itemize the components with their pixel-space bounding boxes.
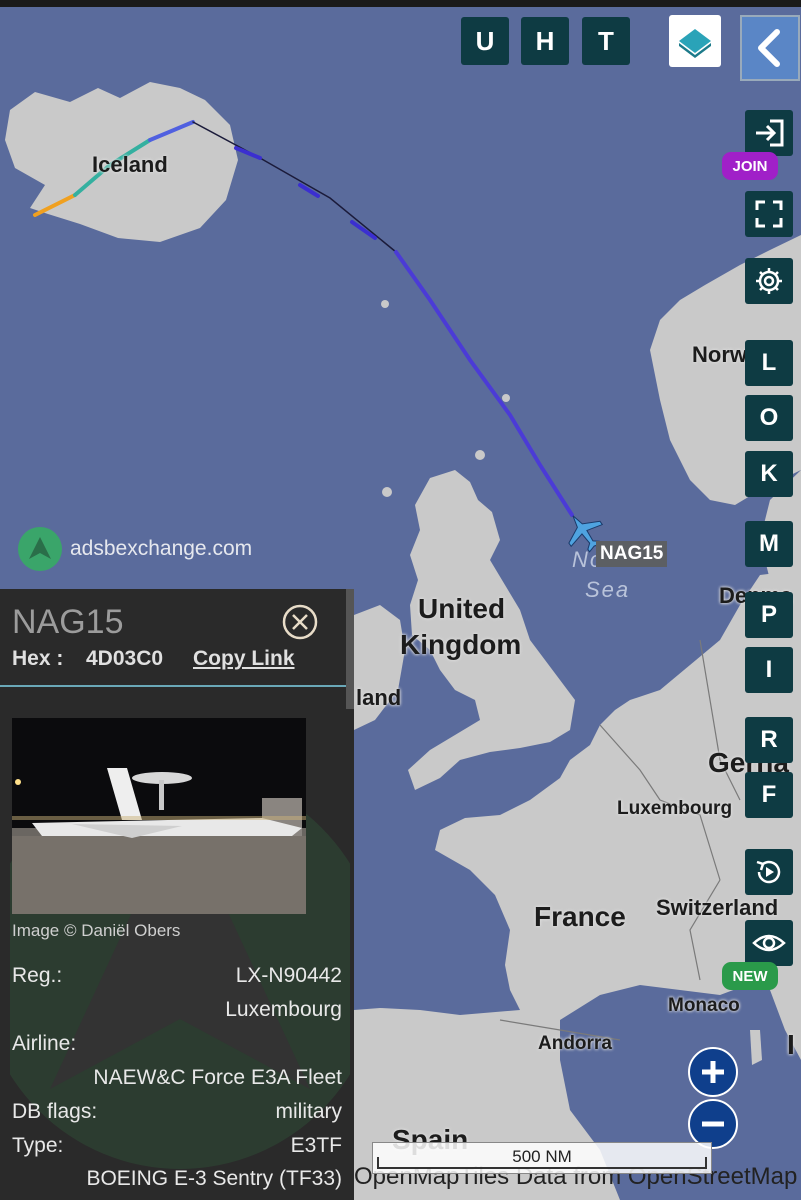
login-icon: [756, 119, 784, 147]
join-button[interactable]: [745, 110, 793, 156]
new-badge[interactable]: NEW: [722, 962, 778, 990]
toggle-u-button[interactable]: U: [461, 17, 509, 65]
watermark: adsbexchange.com: [18, 527, 252, 571]
gear-icon: [756, 268, 782, 294]
close-circle-icon: [282, 604, 318, 640]
plus-icon: [702, 1061, 724, 1083]
hex-value: 4D03C0: [86, 647, 164, 670]
fullscreen-icon: [755, 200, 783, 228]
replay-button[interactable]: [745, 849, 793, 895]
db-flags-label: DB flags:: [12, 1100, 98, 1123]
country-value: Luxembourg: [225, 998, 342, 1021]
panel-divider: [0, 685, 346, 687]
type-label: Type:: [12, 1134, 64, 1157]
toggle-f-button[interactable]: F: [745, 772, 793, 818]
collapse-button[interactable]: [740, 15, 800, 81]
settings-button[interactable]: [745, 258, 793, 304]
toggle-o-button[interactable]: O: [745, 395, 793, 441]
toggle-l-button[interactable]: L: [745, 340, 793, 386]
scale-label: 500 NM: [512, 1147, 572, 1166]
aircraft-photo[interactable]: [12, 718, 306, 914]
db-flags-value: military: [275, 1100, 343, 1123]
minus-icon: [702, 1121, 724, 1127]
toggle-m-button[interactable]: M: [745, 521, 793, 567]
toggle-p-button[interactable]: P: [745, 592, 793, 638]
eye-button[interactable]: [745, 920, 793, 966]
watermark-text: adsbexchange.com: [70, 537, 253, 560]
scale-bar: 500 NM: [372, 1142, 712, 1174]
layers-button[interactable]: [669, 15, 721, 67]
label-switzerland: Switzerland: [656, 895, 779, 920]
label-italy: I: [787, 1029, 795, 1060]
panel-scrollbar[interactable]: [346, 589, 354, 709]
status-bar: [0, 0, 801, 7]
type-value: E3TF: [290, 1134, 342, 1157]
layers-icon: [679, 29, 711, 58]
airline-value: NAEW&C Force E3A Fleet: [93, 1066, 342, 1089]
aircraft-callsign-label[interactable]: NAG15: [596, 541, 668, 567]
airline-label: Airline:: [12, 1032, 77, 1055]
label-france: France: [534, 901, 626, 932]
close-button[interactable]: [282, 604, 318, 640]
toggle-h-button[interactable]: H: [521, 17, 569, 65]
replay-icon: [756, 860, 781, 884]
type-description: BOEING E-3 Sentry (TF33): [86, 1167, 342, 1190]
label-ireland: land: [356, 685, 402, 710]
copy-link[interactable]: Copy Link: [193, 647, 295, 671]
label-luxembourg: Luxembourg: [617, 798, 733, 819]
chevron-left-icon: [758, 29, 780, 67]
reg-label: Reg.:: [12, 964, 63, 987]
adsbexchange-logo-icon: [18, 527, 62, 571]
zoom-in-button[interactable]: [688, 1047, 738, 1097]
hex-label: Hex :: [12, 647, 64, 670]
reg-value: LX-N90442: [235, 964, 342, 987]
toggle-r-button[interactable]: R: [745, 717, 793, 763]
toggle-k-button[interactable]: K: [745, 451, 793, 497]
label-iceland: Iceland: [92, 152, 168, 177]
fullscreen-button[interactable]: [745, 191, 793, 237]
label-monaco: Monaco: [668, 995, 740, 1016]
label-united: United: [418, 593, 506, 624]
label-norway: Norw: [692, 342, 747, 367]
toggle-i-button[interactable]: I: [745, 647, 793, 693]
label-kingdom: Kingdom: [400, 629, 522, 660]
callsign-title: NAG15: [12, 603, 124, 641]
image-credit[interactable]: Image © Daniël Obers: [12, 921, 180, 941]
label-andorra: Andorra: [538, 1033, 612, 1054]
aircraft-info-panel: NAG15 Hex : 4D03C0 Copy Link Image © Dan…: [0, 589, 354, 1200]
label-north-sea-2: Sea: [585, 577, 631, 602]
toggle-t-button[interactable]: T: [582, 17, 630, 65]
eye-icon: [752, 934, 786, 952]
join-badge[interactable]: JOIN: [722, 152, 778, 180]
